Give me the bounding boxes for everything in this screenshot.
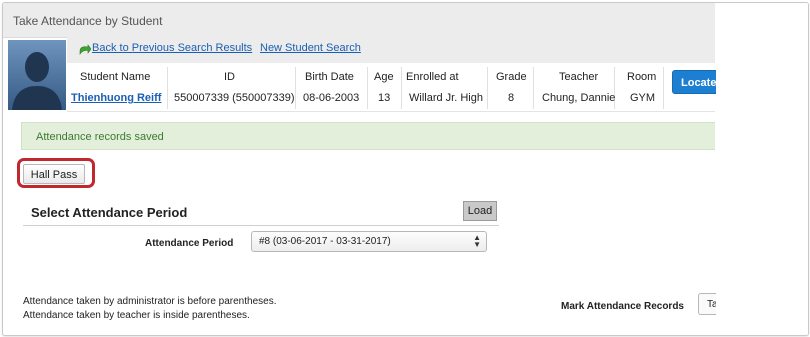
attendance-window: Take Attendance by Student Back to Previ… [2, 2, 809, 336]
attendance-period-label: Attendance Period [145, 238, 234, 249]
header-room: Room [627, 71, 657, 83]
up-down-arrows-icon: ▲ ▼ [473, 233, 481, 249]
room-value: GYM [630, 92, 656, 104]
header-teacher: Teacher [559, 71, 599, 83]
admin-note: Attendance taken by administrator is bef… [23, 296, 277, 307]
column-divider [367, 67, 368, 109]
attendance-period-value: #8 (03-06-2017 - 03-31-2017) [259, 236, 391, 247]
column-divider [663, 67, 664, 109]
mark-attendance-records-label: Mark Attendance Records [561, 301, 684, 312]
column-divider [401, 67, 402, 109]
teacher-value: Chung, Dannie [542, 92, 616, 104]
student-info-divider [67, 111, 715, 112]
header-id: ID [224, 71, 235, 83]
column-divider [295, 67, 296, 109]
birth-date-value: 08-06-2003 [303, 92, 360, 104]
new-student-search-link[interactable]: New Student Search [260, 42, 361, 54]
age-value: 13 [378, 92, 391, 104]
avatar-silhouette-icon [8, 40, 66, 110]
success-alert: Attendance records saved [21, 122, 715, 150]
student-name-link[interactable]: Thienhuong Reiff [71, 92, 161, 104]
enrolled-at-value: Willard Jr. High [409, 92, 483, 104]
back-arrow-icon [79, 44, 91, 55]
select-period-heading: Select Attendance Period [31, 205, 188, 220]
locate-button[interactable]: Locate C [672, 70, 722, 94]
grade-value: 8 [508, 92, 515, 104]
window-title: Take Attendance by Student [13, 14, 163, 28]
section-divider [23, 225, 499, 226]
header-age: Age [374, 71, 394, 83]
attendance-period-select[interactable]: #8 (03-06-2017 - 03-31-2017) ▲ ▼ [251, 231, 487, 252]
navigation-links-bar: Back to Previous Search Results New Stud… [67, 37, 715, 63]
header-enrolled-at: Enrolled at [406, 71, 459, 83]
column-divider [167, 67, 168, 109]
header-grade: Grade [496, 71, 527, 83]
teacher-note: Attendance taken by teacher is inside pa… [23, 310, 250, 321]
column-divider [533, 67, 534, 109]
column-divider [487, 67, 488, 109]
back-to-search-results-link[interactable]: Back to Previous Search Results [92, 42, 252, 54]
hall-pass-button[interactable]: Hall Pass [23, 164, 85, 184]
page-right-margin [716, 3, 808, 335]
header-student-name: Student Name [80, 71, 151, 83]
header-birth-date: Birth Date [305, 71, 354, 83]
student-id-value: 550007339 (550007339) [174, 92, 295, 104]
alert-message: Attendance records saved [36, 131, 164, 143]
title-bar: Take Attendance by Student [3, 3, 715, 38]
student-photo [8, 40, 66, 110]
load-button[interactable]: Load [463, 201, 497, 221]
